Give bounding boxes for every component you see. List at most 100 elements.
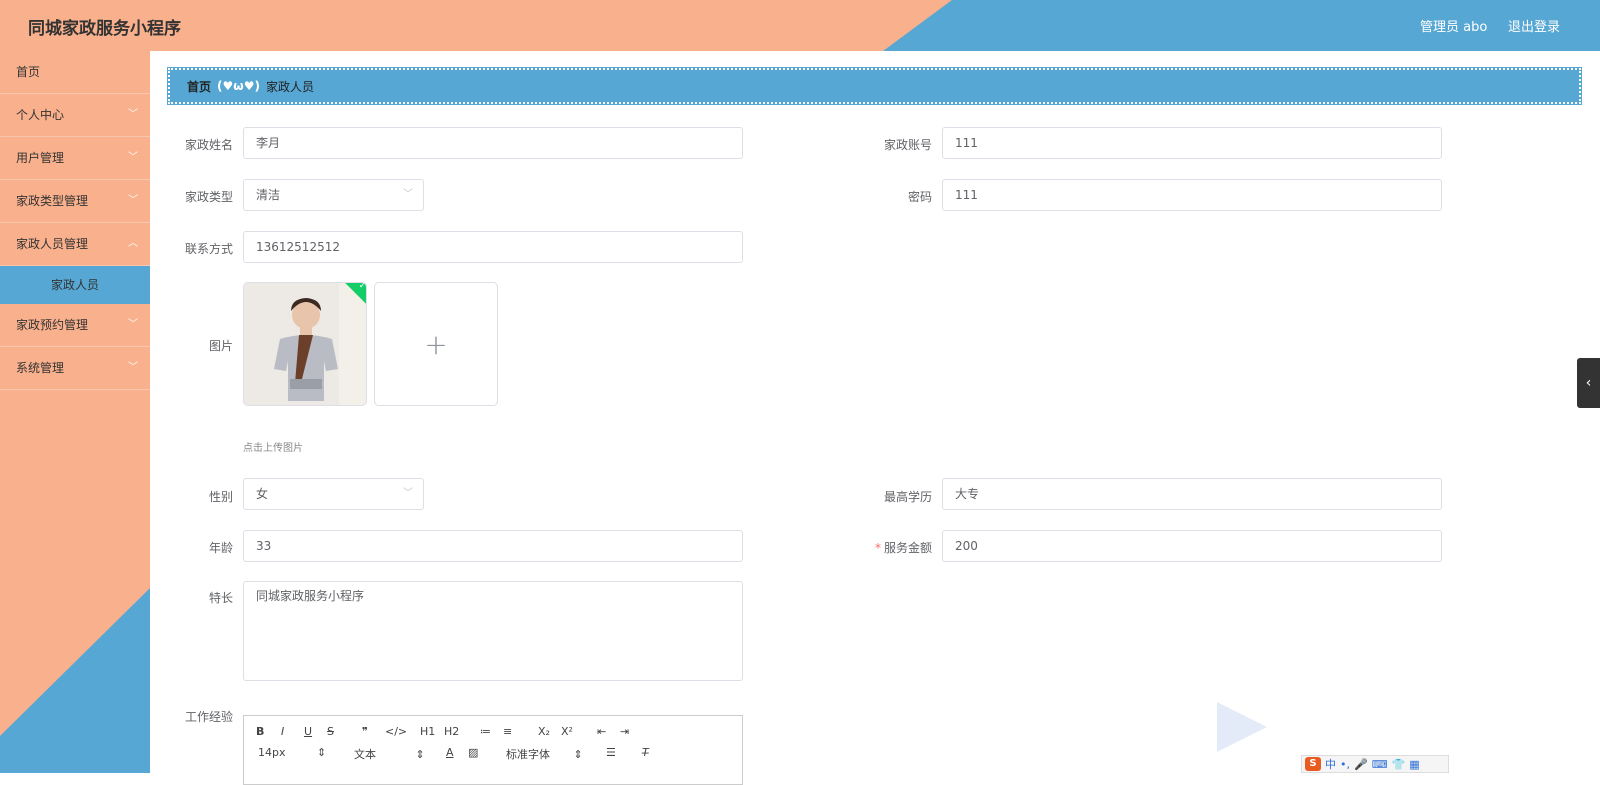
type-label: 家政类型 (184, 190, 233, 204)
price-label: 服务金额 (883, 541, 932, 555)
plus-icon: + (424, 327, 448, 361)
select-arrows-icon: ⇕ (317, 746, 327, 759)
sidebar-item-label: 家政预约管理 (16, 318, 89, 332)
blockquote-button[interactable]: ❞ (362, 725, 368, 738)
chevron-down-icon: ﹀ (403, 189, 413, 200)
age-label: 年龄 (208, 541, 233, 555)
chevron-down-icon: ﹀ (128, 319, 138, 330)
name-input[interactable]: 李月 (243, 127, 743, 159)
sidebar: 首页 个人中心 ﹀ 用户管理 ﹀ 家政类型管理 ﹀ 家政人员管理 ︿ 家政人员 家政预约… (0, 51, 150, 773)
ordered-list-button[interactable]: ≔ (480, 725, 491, 738)
heading-picker[interactable]: 文本 ⇕ (354, 746, 425, 762)
sidebar-item-system-management[interactable]: 系统管理 ﹀ (0, 347, 150, 390)
font-size-picker[interactable]: 14px ⇕ (258, 746, 326, 759)
gender-label: 性别 (208, 490, 233, 504)
toolbox-icon[interactable]: ▦ (1409, 758, 1419, 771)
upload-button[interactable]: + (374, 282, 498, 406)
education-input[interactable]: 大专 (942, 478, 1442, 510)
select-arrows-icon: ⇕ (573, 748, 583, 761)
name-label: 家政姓名 (184, 138, 233, 152)
background-color-icon[interactable]: ▨ (468, 746, 478, 759)
logout-link[interactable]: 退出登录 (1508, 16, 1560, 35)
price-label-wrap: * 服务金额 (852, 539, 932, 556)
clear-format-icon[interactable]: T̶ (642, 746, 649, 759)
phone-label: 联系方式 (184, 242, 233, 256)
uploaded-image[interactable]: ✓ (243, 282, 367, 406)
specialty-textarea[interactable]: 同城家政服务小程序 (243, 581, 743, 681)
sidebar-item-personal-center[interactable]: 个人中心 ﹀ (0, 94, 150, 137)
check-icon: ✓ (358, 282, 367, 292)
sidebar-item-label: 家政类型管理 (16, 194, 89, 208)
sidebar-item-label: 系统管理 (16, 361, 65, 375)
sidebar-item-label: 首页 (16, 65, 41, 79)
staff-photo (244, 283, 366, 405)
header-blue-band (883, 0, 1600, 51)
strike-button[interactable]: S (327, 725, 334, 738)
indent-button[interactable]: ⇥ (620, 725, 629, 738)
keyboard-icon[interactable]: ⌨ (1372, 758, 1388, 771)
sidebar-item-label: 家政人员管理 (16, 237, 89, 251)
image-label: 图片 (208, 339, 233, 353)
superscript-button[interactable]: X² (561, 725, 573, 738)
heading2-button[interactable]: H2 (444, 725, 459, 738)
age-input[interactable]: 33 (243, 530, 743, 562)
heading1-button[interactable]: H1 (420, 725, 435, 738)
top-header: 同城家政服务小程序 管理员 abo 退出登录 (0, 0, 1600, 51)
phone-input[interactable]: 13612512512 (243, 231, 743, 263)
sidebar-item-label: 用户管理 (16, 151, 65, 165)
sidebar-item-label: 个人中心 (16, 108, 65, 122)
ime-chinese-mode[interactable]: 中 (1325, 756, 1336, 772)
rich-text-editor[interactable]: B I U S ❞ </> H1 H2 ≔ ≡ X₂ X² ⇤ ⇥ 14px ⇕… (243, 715, 743, 785)
sidebar-item-home[interactable]: 首页 (0, 51, 150, 94)
type-select[interactable]: 清洁 ﹀ (243, 179, 424, 211)
password-label: 密码 (907, 190, 932, 204)
chevron-down-icon: ﹀ (128, 362, 138, 373)
sogou-logo-icon: S (1305, 757, 1321, 771)
font-color-icon[interactable]: A (446, 746, 454, 759)
experience-label: 工作经验 (184, 710, 233, 724)
select-arrows-icon: ⇕ (415, 748, 425, 761)
gender-select-value: 女 (256, 487, 269, 501)
heading-value: 文本 (354, 748, 376, 761)
font-family-value: 标准字体 (506, 748, 550, 761)
collapse-panel-tab[interactable]: ‹ (1577, 358, 1600, 408)
outdent-button[interactable]: ⇤ (597, 725, 606, 738)
ime-punctuation[interactable]: •, (1340, 758, 1350, 771)
code-block-button[interactable]: </> (385, 725, 407, 738)
chevron-left-icon: ‹ (1585, 375, 1592, 391)
align-icon[interactable]: ☰ (606, 746, 616, 759)
underline-button[interactable]: U (304, 725, 312, 738)
bullet-list-button[interactable]: ≡ (503, 725, 512, 738)
font-size-value: 14px (258, 746, 286, 759)
breadcrumb-current: 家政人员 (265, 79, 314, 94)
sidebar-subitem-staff[interactable]: 家政人员 (0, 266, 150, 304)
skin-icon[interactable]: 👕 (1392, 758, 1406, 771)
current-user: 管理员 abo (1420, 20, 1488, 35)
chevron-down-icon: ﹀ (403, 488, 413, 499)
subscript-button[interactable]: X₂ (538, 725, 550, 738)
microphone-icon[interactable]: 🎤 (1354, 758, 1368, 771)
chevron-down-icon: ﹀ (128, 195, 138, 206)
type-select-value: 清洁 (256, 188, 281, 202)
chevron-down-icon: ﹀ (128, 109, 138, 120)
chevron-up-icon: ︿ (128, 238, 138, 249)
sidebar-item-type-management[interactable]: 家政类型管理 ﹀ (0, 180, 150, 223)
sidebar-item-user-management[interactable]: 用户管理 ﹀ (0, 137, 150, 180)
upload-tip: 点击上传图片 (243, 443, 303, 454)
watermark-logo (1217, 702, 1267, 752)
gender-select[interactable]: 女 ﹀ (243, 478, 424, 510)
sidebar-item-staff-management[interactable]: 家政人员管理 ︿ (0, 223, 150, 266)
education-label: 最高学历 (883, 490, 932, 504)
ime-toolbar: S 中 •, 🎤 ⌨ 👕 ▦ (1301, 755, 1449, 773)
account-label: 家政账号 (883, 138, 932, 152)
breadcrumb-home[interactable]: 首页 (187, 78, 211, 95)
price-input[interactable]: 200 (942, 530, 1442, 562)
specialty-label: 特长 (208, 591, 233, 605)
password-input[interactable]: 111 (942, 179, 1442, 211)
app-title: 同城家政服务小程序 (28, 19, 181, 39)
sidebar-item-booking-management[interactable]: 家政预约管理 ﹀ (0, 304, 150, 347)
italic-button[interactable]: I (281, 725, 284, 738)
bold-button[interactable]: B (256, 725, 264, 738)
font-family-picker[interactable]: 标准字体 ⇕ (506, 746, 583, 762)
account-input[interactable]: 111 (942, 127, 1442, 159)
